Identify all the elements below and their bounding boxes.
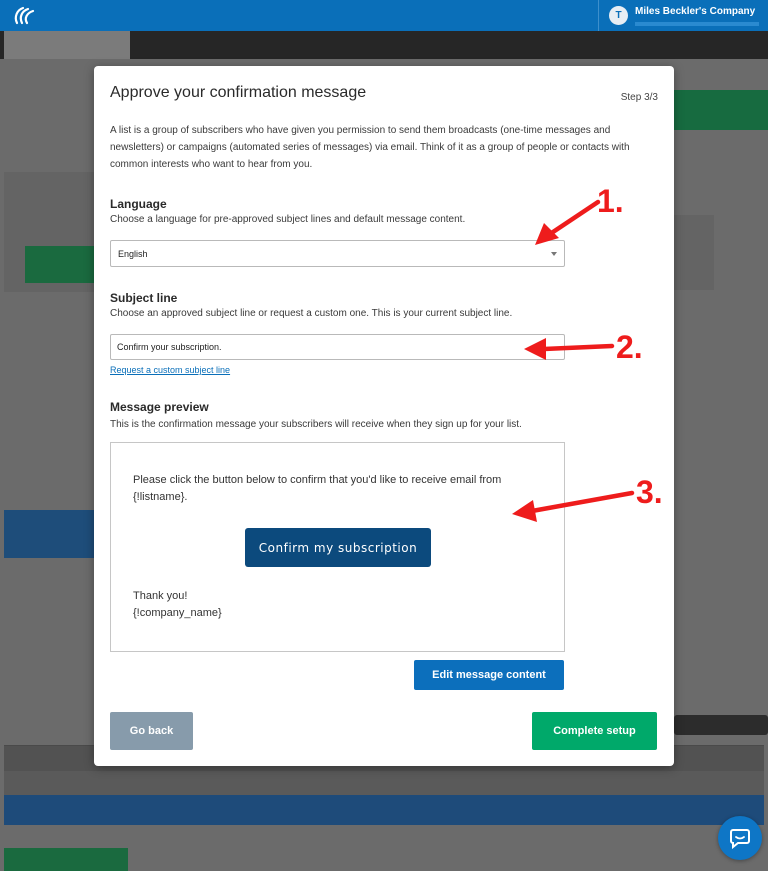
caret-down-icon xyxy=(551,252,557,256)
table-row xyxy=(4,771,764,795)
modal-title: Approve your confirmation message xyxy=(110,84,367,101)
chat-bubble-icon xyxy=(730,829,750,849)
background-card xyxy=(674,215,714,290)
go-back-button[interactable]: Go back xyxy=(110,712,193,750)
background-green-button xyxy=(4,848,128,871)
message-preview-description: This is the confirmation message your su… xyxy=(110,419,522,430)
complete-setup-button[interactable]: Complete setup xyxy=(532,712,657,750)
nav-tab[interactable] xyxy=(500,31,620,59)
account-underline xyxy=(635,22,759,26)
aweber-logo-icon xyxy=(14,6,35,25)
step-indicator: Step 3/3 xyxy=(620,92,658,103)
nav-tab[interactable] xyxy=(620,31,768,59)
background-blue-box xyxy=(4,510,94,558)
nav-tab[interactable] xyxy=(370,31,500,59)
message-preview-box: Please click the button below to confirm… xyxy=(110,442,565,652)
language-label: Language xyxy=(110,197,167,211)
main-nav xyxy=(0,31,768,59)
subject-line-label: Subject line xyxy=(110,291,178,305)
confirmation-modal: Approve your confirmation message Step 3… xyxy=(94,66,674,766)
language-description: Choose a language for pre-approved subje… xyxy=(110,214,466,225)
top-bar: T Miles Beckler's Company xyxy=(0,0,768,31)
modal-intro-text: A list is a group of subscribers who hav… xyxy=(110,125,630,170)
language-select[interactable]: English xyxy=(110,240,565,267)
preview-thanks-text: Thank you! xyxy=(133,590,188,602)
background-pill xyxy=(674,715,768,735)
language-select-value: English xyxy=(118,249,148,259)
nav-tab[interactable] xyxy=(250,31,370,59)
avatar: T xyxy=(609,6,628,25)
subject-line-input[interactable] xyxy=(110,334,565,360)
account-name: Miles Beckler's Company xyxy=(635,6,756,17)
message-preview-label: Message preview xyxy=(110,400,209,414)
background-green-button xyxy=(662,90,768,130)
chat-button[interactable] xyxy=(718,816,762,860)
table-row xyxy=(4,795,764,825)
request-custom-subject-link[interactable]: Request a custom subject line xyxy=(110,365,230,375)
preview-company-text: {!company_name} xyxy=(133,607,222,619)
account-menu[interactable]: T Miles Beckler's Company xyxy=(598,0,768,31)
preview-body-text: Please click the button below to confirm… xyxy=(133,474,502,503)
subject-line-description: Choose an approved subject line or reque… xyxy=(110,308,513,319)
background-green-button xyxy=(25,246,94,283)
nav-tab-active[interactable] xyxy=(4,31,130,59)
preview-signoff: Thank you! {!company_name} xyxy=(133,588,222,622)
nav-tab[interactable] xyxy=(130,31,250,59)
edit-message-content-button[interactable]: Edit message content xyxy=(414,660,564,690)
confirm-subscription-button[interactable]: Confirm my subscription xyxy=(245,528,431,567)
